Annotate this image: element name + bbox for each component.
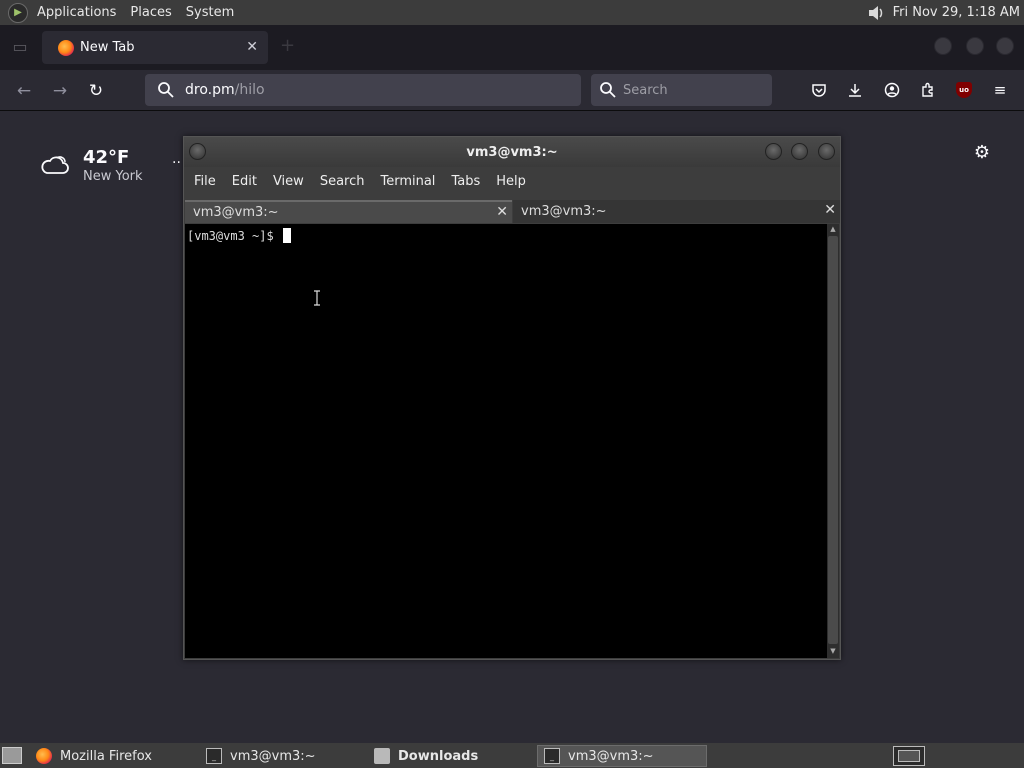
menu-applications[interactable]: Applications bbox=[30, 5, 123, 20]
terminal-titlebar[interactable]: vm3@vm3:~ bbox=[184, 137, 840, 167]
taskbar-item-label: vm3@vm3:~ bbox=[230, 748, 316, 764]
menu-view[interactable]: View bbox=[265, 174, 312, 189]
search-icon bbox=[600, 82, 616, 98]
download-icon[interactable] bbox=[844, 79, 866, 101]
gear-icon[interactable]: ⚙ bbox=[972, 142, 992, 163]
workspace-window-thumb bbox=[898, 750, 920, 762]
bottom-taskbar: Mozilla Firefox _ vm3@vm3:~ Downloads _ … bbox=[0, 743, 1024, 768]
menu-places[interactable]: Places bbox=[123, 5, 178, 20]
reload-icon[interactable]: ↻ bbox=[84, 79, 108, 103]
close-tab-icon[interactable]: ✕ bbox=[824, 202, 836, 218]
weather-widget[interactable]: 42°F New York bbox=[40, 147, 143, 184]
terminal-tab-label: vm3@vm3:~ bbox=[193, 205, 279, 220]
taskbar-item-firefox[interactable]: Mozilla Firefox bbox=[30, 745, 200, 767]
cloud-sun-icon bbox=[41, 156, 69, 174]
firefox-view-icon[interactable]: ▭ bbox=[8, 37, 32, 57]
tab-title: New Tab bbox=[80, 40, 135, 55]
terminal-menubar: File Edit View Search Terminal Tabs Help bbox=[184, 167, 840, 195]
show-desktop-icon[interactable] bbox=[2, 747, 22, 764]
text-cursor bbox=[282, 228, 291, 243]
taskbar-item-terminal-1[interactable]: _ vm3@vm3:~ bbox=[200, 745, 370, 767]
terminal-tab-bar: vm3@vm3:~ ✕ vm3@vm3:~ ✕ bbox=[185, 198, 840, 224]
firefox-icon bbox=[58, 39, 74, 56]
terminal-icon: _ bbox=[206, 748, 222, 764]
terminal-tab-label: vm3@vm3:~ bbox=[521, 204, 607, 219]
volume-icon[interactable] bbox=[867, 4, 885, 22]
shell-prompt: [vm3@vm3 ~]$ bbox=[187, 229, 281, 243]
terminal-tab-1[interactable]: vm3@vm3:~ ✕ bbox=[185, 200, 512, 223]
folder-icon bbox=[374, 748, 390, 764]
terminal-output[interactable]: [vm3@vm3 ~]$ bbox=[185, 224, 827, 658]
taskbar-item-label: vm3@vm3:~ bbox=[568, 748, 654, 764]
weather-temperature: 42°F bbox=[83, 147, 130, 168]
tab-close-icon[interactable]: ✕ bbox=[246, 39, 258, 55]
terminal-icon: _ bbox=[544, 748, 560, 764]
scroll-down-icon[interactable]: ▼ bbox=[829, 647, 837, 655]
top-panel: ▶ Applications Places System Fri Nov 29,… bbox=[0, 0, 1024, 25]
browser-navbar: ← → ↻ dro.pm/hilo Search uo ≡ bbox=[0, 70, 1024, 111]
terminal-prompt-line: [vm3@vm3 ~]$ bbox=[187, 228, 291, 243]
taskbar-item-label: Mozilla Firefox bbox=[60, 748, 152, 764]
url-path: /hilo bbox=[234, 82, 265, 98]
window-menu-button[interactable] bbox=[189, 143, 206, 160]
firefox-icon bbox=[36, 748, 52, 764]
hamburger-menu-icon[interactable]: ≡ bbox=[989, 79, 1011, 101]
distro-logo-icon[interactable]: ▶ bbox=[8, 2, 28, 23]
workspace-switcher[interactable] bbox=[893, 746, 925, 766]
scroll-up-icon[interactable]: ▲ bbox=[829, 225, 837, 233]
weather-city: New York bbox=[83, 169, 143, 184]
ibeam-cursor-icon bbox=[314, 290, 320, 306]
menu-terminal[interactable]: Terminal bbox=[372, 174, 443, 189]
search-bar[interactable]: Search bbox=[591, 74, 772, 106]
scrollbar-thumb[interactable] bbox=[828, 236, 838, 644]
close-window-button[interactable] bbox=[996, 37, 1014, 55]
menu-system[interactable]: System bbox=[179, 5, 241, 20]
minimize-button[interactable] bbox=[934, 37, 952, 55]
menu-search[interactable]: Search bbox=[312, 174, 373, 189]
terminal-window[interactable]: vm3@vm3:~ File Edit View Search Terminal… bbox=[183, 136, 841, 660]
close-tab-icon[interactable]: ✕ bbox=[496, 204, 508, 220]
browser-tab-strip: ▭ New Tab ✕ + bbox=[0, 25, 1024, 70]
url-bar[interactable]: dro.pm/hilo bbox=[145, 74, 581, 106]
menu-tabs[interactable]: Tabs bbox=[443, 174, 488, 189]
url-host: dro.pm bbox=[185, 82, 235, 98]
extensions-icon[interactable] bbox=[917, 79, 939, 101]
tab-new-tab[interactable]: New Tab ✕ bbox=[42, 31, 268, 64]
terminal-title: vm3@vm3:~ bbox=[466, 144, 558, 160]
close-button[interactable] bbox=[818, 143, 835, 160]
pocket-icon[interactable] bbox=[808, 79, 830, 101]
maximize-button[interactable] bbox=[791, 143, 808, 160]
back-arrow-icon[interactable]: ← bbox=[12, 79, 36, 103]
forward-arrow-icon[interactable]: → bbox=[48, 79, 72, 103]
menu-edit[interactable]: Edit bbox=[224, 174, 265, 189]
new-tab-icon[interactable]: + bbox=[280, 35, 295, 56]
account-icon[interactable] bbox=[881, 79, 903, 101]
menu-file[interactable]: File bbox=[186, 174, 224, 189]
terminal-tab-2[interactable]: vm3@vm3:~ ✕ bbox=[513, 200, 840, 223]
ublock-icon[interactable]: uo bbox=[953, 79, 975, 101]
taskbar-item-terminal-2[interactable]: _ vm3@vm3:~ bbox=[537, 745, 707, 767]
minimize-button[interactable] bbox=[765, 143, 782, 160]
maximize-button[interactable] bbox=[966, 37, 984, 55]
search-placeholder: Search bbox=[623, 82, 668, 98]
menu-help[interactable]: Help bbox=[488, 174, 534, 189]
taskbar-item-downloads[interactable]: Downloads bbox=[368, 745, 538, 767]
search-icon bbox=[158, 82, 174, 98]
panel-clock[interactable]: Fri Nov 29, 1:18 AM bbox=[893, 5, 1020, 20]
weather-more-icon[interactable]: ·· bbox=[172, 155, 181, 171]
terminal-scrollbar[interactable]: ▲ ▼ bbox=[827, 224, 839, 658]
taskbar-item-label: Downloads bbox=[398, 748, 479, 764]
